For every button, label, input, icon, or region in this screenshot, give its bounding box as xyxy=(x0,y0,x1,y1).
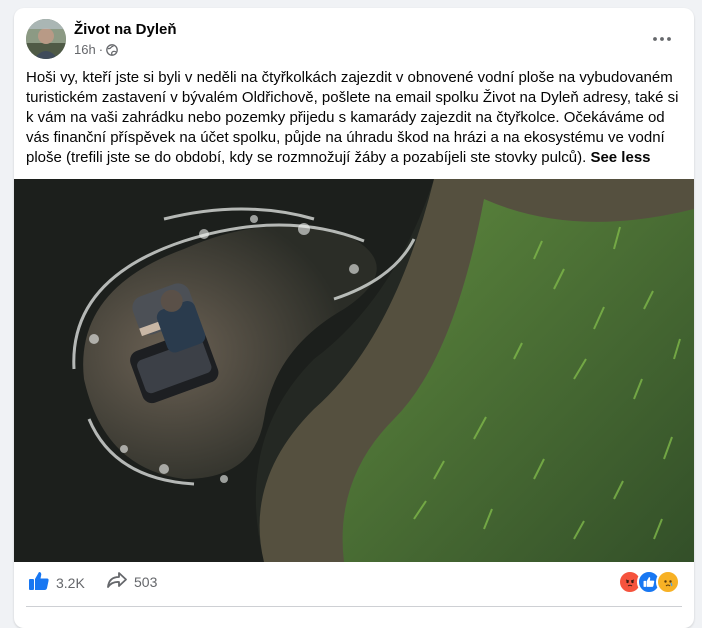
likes-stat[interactable]: 3.2K xyxy=(28,571,85,594)
post-meta: 16h · xyxy=(74,42,118,57)
post-timestamp[interactable]: 16h xyxy=(74,42,96,57)
post-body: Hoši vy, kteří jste si byli v neděli na … xyxy=(26,69,679,166)
likes-count: 3.2K xyxy=(56,574,85,591)
shares-stat[interactable]: 503 xyxy=(106,571,157,592)
reactions-summary[interactable] xyxy=(618,570,680,594)
post-text: Hoši vy, kteří jste si byli v neděli na … xyxy=(26,68,686,168)
post-card: Život na Dyleň 16h · Hoši vy, kteří jste… xyxy=(14,8,694,628)
footer-divider xyxy=(26,606,682,607)
post-footer: 3.2K 503 xyxy=(26,566,682,596)
more-options-icon[interactable] xyxy=(648,27,676,51)
meta-separator: · xyxy=(98,42,104,57)
post-header: Život na Dyleň 16h · xyxy=(26,19,682,63)
globe-icon xyxy=(106,43,118,56)
like-thumb-icon xyxy=(28,571,50,594)
share-arrow-icon xyxy=(106,571,128,592)
page-avatar[interactable] xyxy=(26,19,66,59)
sad-reaction-icon xyxy=(656,570,680,594)
post-photo[interactable] xyxy=(14,179,694,562)
see-less-button[interactable]: See less xyxy=(590,149,650,166)
shares-count: 503 xyxy=(134,573,158,590)
page-name-link[interactable]: Život na Dyleň xyxy=(74,21,177,38)
